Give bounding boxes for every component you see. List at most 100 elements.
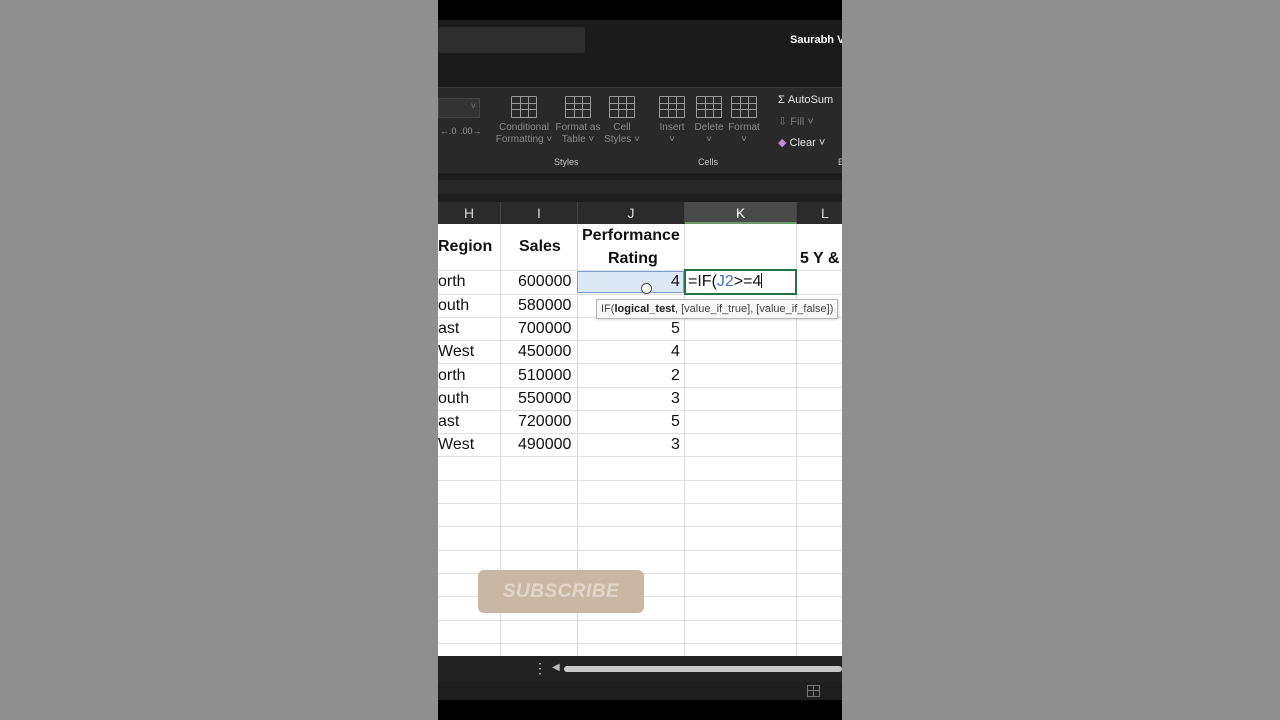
conditional-formatting-icon bbox=[511, 96, 537, 118]
styles-group-label: Styles bbox=[554, 157, 579, 167]
row-7-region[interactable]: outh bbox=[438, 388, 469, 410]
tooltip-rest-args: , [value_if_true], [value_if_false]) bbox=[674, 303, 834, 315]
insert-cells-icon bbox=[659, 96, 685, 118]
row-4-rating[interactable]: 5 bbox=[671, 318, 680, 340]
delete-button[interactable]: Delete ˅ bbox=[692, 96, 726, 146]
row-6-rating[interactable]: 2 bbox=[671, 365, 680, 387]
row-3-sales[interactable]: 580000 bbox=[518, 295, 571, 317]
fill-label: Fill ˅ bbox=[790, 116, 814, 128]
function-tooltip[interactable]: IF(logical_test, [value_if_true], [value… bbox=[596, 299, 839, 319]
delete-label: Delete ˅ bbox=[694, 122, 724, 145]
number-format-dropdown[interactable]: ˅ bbox=[438, 98, 480, 118]
cell-styles-label: Cell Styles ˅ bbox=[604, 122, 640, 145]
grid-line bbox=[438, 643, 842, 644]
title-bar: Saurabh Vis bbox=[438, 0, 842, 87]
grid-line bbox=[438, 550, 842, 551]
formula-text: =IF(J2>=4 bbox=[688, 271, 763, 293]
row-9-region[interactable]: West bbox=[438, 434, 474, 456]
header-region[interactable]: Region bbox=[438, 236, 492, 258]
conditional-formatting-button[interactable]: Conditional Formatting ˅ bbox=[494, 96, 554, 146]
text-caret bbox=[761, 273, 763, 288]
delete-cells-icon bbox=[696, 96, 722, 118]
format-label: Format ˅ bbox=[728, 122, 760, 145]
formula-bar[interactable] bbox=[438, 180, 842, 194]
tooltip-current-arg[interactable]: logical_test bbox=[614, 303, 675, 315]
more-options-icon[interactable]: ⋮ bbox=[533, 660, 547, 677]
subscribe-watermark: SUBSCRIBE bbox=[478, 570, 644, 613]
format-button[interactable]: Format ˅ bbox=[727, 96, 761, 146]
insert-label: Insert ˅ bbox=[659, 122, 685, 145]
row-4-sales[interactable]: 700000 bbox=[518, 318, 571, 340]
grid-line bbox=[438, 503, 842, 504]
row-5-rating[interactable]: 4 bbox=[671, 341, 680, 363]
column-header-i[interactable]: I bbox=[501, 202, 578, 224]
grid-line bbox=[438, 526, 842, 527]
ribbon: ˅ ←.0 .00→ Conditional Formatting ˅ Form… bbox=[438, 87, 842, 250]
normal-view-icon[interactable] bbox=[807, 685, 820, 697]
grid-line bbox=[438, 387, 842, 388]
status-bar bbox=[438, 682, 842, 700]
column-header-j[interactable]: J bbox=[578, 202, 685, 224]
user-name[interactable]: Saurabh Vis bbox=[790, 34, 842, 46]
top-black-band bbox=[438, 0, 842, 20]
row-4-region[interactable]: ast bbox=[438, 318, 459, 340]
fill-button[interactable]: ⇩ Fill ˅ bbox=[778, 115, 814, 128]
column-header-h[interactable]: H bbox=[438, 202, 501, 224]
grid-line bbox=[438, 480, 842, 481]
row-2-rating[interactable]: 4 bbox=[671, 271, 680, 293]
column-header-l[interactable]: L bbox=[797, 202, 842, 224]
left-backdrop bbox=[0, 0, 438, 720]
formula-edit-cell-k2[interactable]: =IF(J2>=4 bbox=[684, 269, 797, 295]
header-rating-line1[interactable]: Performance bbox=[582, 225, 680, 247]
row-7-rating[interactable]: 3 bbox=[671, 388, 680, 410]
grid-line bbox=[438, 456, 842, 457]
row-5-sales[interactable]: 450000 bbox=[518, 341, 571, 363]
column-header-k[interactable]: K bbox=[685, 202, 797, 224]
grid-line bbox=[438, 363, 842, 364]
format-as-table-label: Format as Table ˅ bbox=[555, 122, 601, 145]
search-box[interactable] bbox=[438, 27, 585, 53]
row-7-sales[interactable]: 550000 bbox=[518, 388, 571, 410]
row-2-sales[interactable]: 600000 bbox=[518, 271, 571, 293]
horizontal-scrollbar[interactable] bbox=[564, 666, 842, 672]
right-backdrop bbox=[842, 0, 1280, 720]
header-l-partial[interactable]: 5 Y & bbox=[800, 248, 839, 270]
worksheet-grid[interactable]: Region Sales Performance Rating 5 Y & or… bbox=[438, 224, 842, 656]
selected-cell-j2[interactable] bbox=[577, 271, 684, 293]
fill-down-icon: ⇩ bbox=[778, 116, 791, 128]
row-5-region[interactable]: West bbox=[438, 341, 474, 363]
header-rating-line2[interactable]: Rating bbox=[608, 248, 658, 270]
row-2-region[interactable]: orth bbox=[438, 271, 466, 293]
formula-reference: J2 bbox=[716, 273, 734, 290]
grid-line bbox=[438, 340, 842, 341]
clear-button[interactable]: ◆ Clear ˅ bbox=[778, 136, 825, 149]
formula-suffix: >=4 bbox=[733, 273, 762, 290]
row-8-region[interactable]: ast bbox=[438, 411, 459, 433]
bottom-black-band bbox=[438, 700, 842, 720]
scroll-left-icon[interactable]: ◀ bbox=[552, 662, 560, 673]
row-6-sales[interactable]: 510000 bbox=[518, 365, 571, 387]
header-sales[interactable]: Sales bbox=[519, 236, 561, 258]
row-6-region[interactable]: orth bbox=[438, 365, 466, 387]
chevron-down-icon: ˅ bbox=[470, 101, 476, 111]
clear-label: Clear ˅ bbox=[789, 137, 826, 149]
row-9-sales[interactable]: 490000 bbox=[518, 434, 571, 456]
decrease-decimal-icon[interactable]: ←.0 bbox=[440, 126, 457, 136]
format-as-table-icon bbox=[565, 96, 591, 118]
row-8-rating[interactable]: 5 bbox=[671, 411, 680, 433]
cell-cursor-icon bbox=[641, 283, 652, 294]
row-8-sales[interactable]: 720000 bbox=[518, 411, 571, 433]
format-as-table-button[interactable]: Format as Table ˅ bbox=[552, 96, 604, 146]
cell-styles-button[interactable]: Cell Styles ˅ bbox=[602, 96, 642, 146]
insert-button[interactable]: Insert ˅ bbox=[656, 96, 688, 146]
autosum-button[interactable]: Σ AutoSum bbox=[778, 94, 833, 106]
cells-group-label: Cells bbox=[698, 157, 719, 167]
row-9-rating[interactable]: 3 bbox=[671, 434, 680, 456]
eraser-icon: ◆ bbox=[778, 137, 790, 149]
sheet-tab-bar: ⋮ ◀ bbox=[438, 656, 842, 682]
conditional-formatting-label: Conditional Formatting ˅ bbox=[495, 122, 553, 145]
sigma-icon: Σ bbox=[778, 94, 788, 106]
row-3-region[interactable]: outh bbox=[438, 295, 469, 317]
cell-styles-icon bbox=[609, 96, 635, 118]
increase-decimal-icon[interactable]: .00→ bbox=[460, 126, 482, 136]
